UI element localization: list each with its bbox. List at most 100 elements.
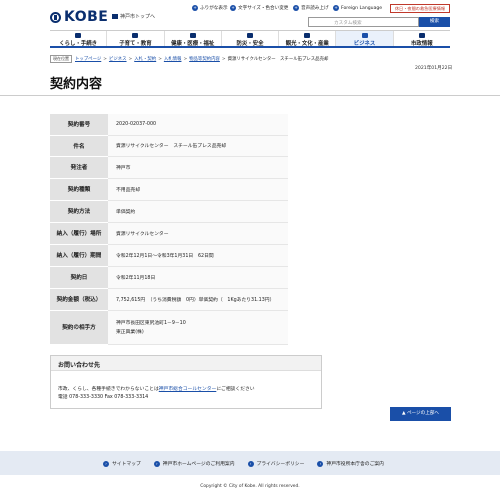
contract-table: 契約番号 2020-02037-000 件名 資源リサイクルセンター スチール缶プレ… <box>50 114 288 345</box>
breadcrumb-link-bidding[interactable]: 入札・契約 <box>134 56 156 62</box>
shield-icon <box>246 33 253 38</box>
foreign-language-label: Foreign Language <box>341 5 383 11</box>
text-icon: + <box>192 5 198 11</box>
row-label: 契約日 <box>50 266 108 289</box>
furigana-label: ふりがな表示 <box>200 6 228 11</box>
page-top-button[interactable]: ▲ ページの上部へ <box>390 407 451 421</box>
speaker-icon: + <box>293 5 299 11</box>
arrow-right-icon: › <box>247 460 254 467</box>
kobe-logo[interactable]: KOBE <box>50 9 109 25</box>
child-icon <box>132 33 139 38</box>
breadcrumb-link-business[interactable]: ビジネス <box>109 56 127 62</box>
table-row: 契約日 令和2年11月18日 <box>50 266 288 289</box>
row-label: 契約番号 <box>50 114 108 136</box>
page-title: 契約内容 <box>50 77 103 92</box>
current-location-badge: 現在位置 <box>50 55 72 63</box>
gnav-item-city-info[interactable]: 市政情報 <box>394 31 450 47</box>
table-row: 契約金額（税込） 7,752,615円 （うち消費税額 0円）単価契約（ 1Kgあ… <box>50 288 288 311</box>
inquiry-text: にご相談ください <box>216 387 255 392</box>
footer-link-sitemap[interactable]: › サイトマップ <box>103 460 141 467</box>
row-value: 不用品売却 <box>108 178 288 201</box>
gnav-item-tourism[interactable]: 観光・文化・産業 <box>279 31 337 47</box>
chevron-right-icon: > <box>103 56 107 62</box>
table-row: 納入（履行）場所 資源リサイクルセンター <box>50 222 288 245</box>
row-value: 神戸市長田区東尻池町1－9－10 東正興業(株) <box>108 310 288 345</box>
gnav-item-health[interactable]: 健康・医療・福祉 <box>165 31 222 47</box>
speech-button[interactable]: + 音声読み上げ <box>293 5 329 11</box>
arrow-right-icon: › <box>317 460 324 467</box>
table-row: 契約番号 2020-02037-000 <box>50 114 288 136</box>
row-value: 2020-02037-000 <box>108 114 288 136</box>
footer-link-city-hall[interactable]: › 神戸市役所本庁舎のご案内 <box>317 460 384 467</box>
breadcrumb-current: 資源リサイクルセンター スチール缶プレス品売却 <box>227 57 329 62</box>
row-label: 契約方法 <box>50 200 108 223</box>
inquiry-text: 市政、くらし、各種手続きでわからないことは <box>58 387 159 392</box>
search-input[interactable]: カスタム検索 <box>308 17 419 27</box>
table-row: 契約方法 単価契約 <box>50 200 288 223</box>
row-value: 資源リサイクルセンター <box>108 222 288 245</box>
site-header: KOBE 神戸市トップへ + ふりがな表示 + 文字サイズ・色合い変更 + 音声読み上… <box>0 0 500 28</box>
chevron-right-icon: > <box>128 56 133 62</box>
font-size-label: 文字サイズ・色合い変更 <box>238 6 289 11</box>
furigana-button[interactable]: + ふりがな表示 <box>192 5 228 11</box>
gnav-label: くらし・手続き <box>59 41 98 47</box>
building-icon <box>361 33 368 38</box>
table-row: 契約の相手方 神戸市長田区東尻池町1－9－10 東正興業(株) <box>50 310 288 345</box>
contractor-address: 神戸市長田区東尻池町1－9－10 <box>116 321 186 326</box>
row-value: 資源リサイクルセンター スチール缶プレス品売却 <box>108 135 288 157</box>
page-top-label: ページの上部へ <box>406 411 440 416</box>
medical-icon <box>189 33 196 38</box>
gnav-label: 健康・医療・福祉 <box>171 41 215 47</box>
footer-link-label: 神戸市ホームページのご利用案内 <box>162 462 235 467</box>
chevron-right-icon: > <box>158 56 162 62</box>
speech-label: 音声読み上げ <box>301 6 329 11</box>
gnav-label: 市政情報 <box>411 41 433 47</box>
chevron-right-icon: > <box>183 56 188 62</box>
footer-link-privacy[interactable]: › プライバシーポリシー <box>247 460 304 467</box>
chevron-right-icon: > <box>221 56 226 62</box>
emergency-label: 休日・夜間の救急医療情報 <box>394 6 446 11</box>
table-row: 発注者 神戸市 <box>50 156 288 179</box>
emergency-medical-button[interactable]: 休日・夜間の救急医療情報 <box>390 4 450 13</box>
search-button[interactable]: 検索 <box>419 17 450 27</box>
gnav-item-childcare[interactable]: 子育て・教育 <box>107 31 165 47</box>
footer-link-label: 神戸市役所本庁舎のご案内 <box>326 462 384 467</box>
contractor-name: 東正興業(株) <box>116 330 144 335</box>
footer-link-usage[interactable]: › 神戸市ホームページのご利用案内 <box>153 460 235 467</box>
breadcrumb: 現在位置 トップページ > ビジネス > 入札・契約 > 入札情報 > 物品等契約内容 >… <box>50 55 328 63</box>
table-row: 納入（履行）期間 令和2年12月1日～令和3年1月31日 62日間 <box>50 244 288 267</box>
search-placeholder: カスタム検索 <box>334 21 362 26</box>
arrow-right-icon: › <box>103 460 109 467</box>
font-size-button[interactable]: + 文字サイズ・色合い変更 <box>230 5 288 11</box>
row-value: 令和2年11月18日 <box>108 266 288 289</box>
arrow-right-icon: › <box>153 460 160 467</box>
gnav-item-living[interactable]: くらし・手続き <box>50 31 108 47</box>
logo-text: KOBE <box>64 9 109 25</box>
house-icon <box>75 33 82 38</box>
square-icon <box>112 14 118 19</box>
inquiry-title: お問い合わせ先 <box>51 356 321 371</box>
footer-link-label: サイトマップ <box>112 462 141 467</box>
gnav-item-business[interactable]: ビジネス <box>336 31 394 47</box>
global-nav: くらし・手続き 子育て・教育 健康・医療・福祉 防災・安全 観光・文化・産業 ビ… <box>50 30 450 48</box>
row-label: 契約の相手方 <box>50 310 108 345</box>
city-hall-icon <box>418 33 425 38</box>
footer-links: › サイトマップ › 神戸市ホームページのご利用案内 › プライバシーポリシー › 神戸… <box>103 460 397 467</box>
row-label: 契約金額（税込） <box>50 288 108 311</box>
gnav-label: ビジネス <box>353 41 376 47</box>
gnav-item-safety[interactable]: 防災・安全 <box>222 31 280 47</box>
gnav-label: 観光・文化・産業 <box>285 41 329 47</box>
breadcrumb-link-bid-info[interactable]: 入札情報 <box>164 56 182 62</box>
copyright: Copyright © City of Kobe. All rights res… <box>200 484 300 489</box>
city-top-link[interactable]: 神戸市トップへ <box>112 13 155 20</box>
row-value: 令和2年12月1日～令和3年1月31日 62日間 <box>108 244 288 267</box>
row-label: 発注者 <box>50 156 108 179</box>
call-center-link[interactable]: 神戸市総合コールセンター <box>159 387 217 392</box>
breadcrumb-link-contract[interactable]: 物品等契約内容 <box>189 56 220 62</box>
row-label: 納入（履行）場所 <box>50 222 108 245</box>
breadcrumb-link-top[interactable]: トップページ <box>75 56 101 62</box>
gnav-label: 防災・安全 <box>236 41 264 47</box>
camera-icon <box>304 33 311 38</box>
foreign-language-button[interactable]: + Foreign Language <box>333 5 382 11</box>
font-size-icon: + <box>230 5 236 11</box>
